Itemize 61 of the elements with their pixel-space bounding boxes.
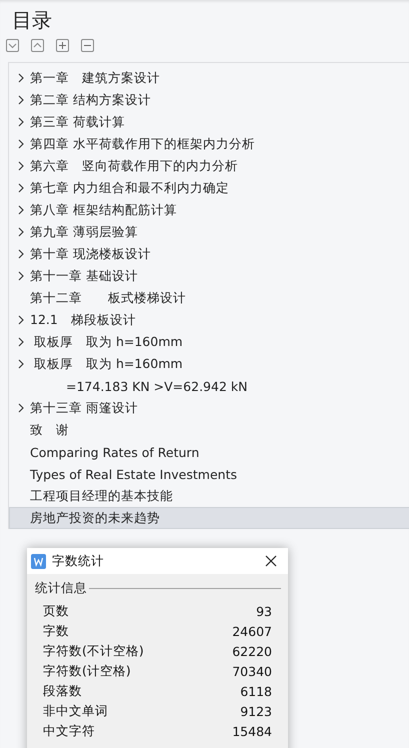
chevron-right-icon[interactable] bbox=[17, 337, 25, 347]
collapse-all-button[interactable] bbox=[6, 39, 19, 52]
chevron-right-icon[interactable] bbox=[17, 161, 25, 171]
stat-label: 字符数(计空格) bbox=[43, 662, 131, 680]
stat-value: 9123 bbox=[240, 704, 272, 718]
toc-item[interactable]: 第七章 内力组合和最不利内力确定 bbox=[9, 177, 409, 199]
toc-item[interactable]: 第一章 建筑方案设计 bbox=[9, 67, 409, 89]
chevron-right-icon[interactable] bbox=[17, 205, 25, 215]
stat-value: 6118 bbox=[240, 684, 272, 698]
toc-item[interactable]: 第三章 荷载计算 bbox=[9, 111, 409, 133]
toc-item[interactable]: 房地产投资的未来趋势 bbox=[9, 507, 409, 529]
toc-item[interactable]: 第十章 现浇楼板设计 bbox=[9, 243, 409, 265]
toc-item[interactable]: 第六章 竖向荷载作用下的内力分析 bbox=[9, 155, 409, 177]
chevron-up-icon bbox=[33, 41, 42, 50]
expand-all-button[interactable] bbox=[31, 39, 44, 52]
stat-label: 中文字符 bbox=[43, 722, 95, 740]
chevron-right-icon[interactable] bbox=[17, 271, 25, 281]
toc-item[interactable]: 12.1 梯段板设计 bbox=[9, 309, 409, 331]
chevron-down-icon bbox=[8, 41, 17, 50]
chevron-right-icon[interactable] bbox=[17, 249, 25, 259]
chevron-right-icon[interactable] bbox=[17, 183, 25, 193]
toc-item[interactable]: 第九章 薄弱层验算 bbox=[9, 221, 409, 243]
chevron-right-icon[interactable] bbox=[17, 95, 25, 105]
expand-button[interactable] bbox=[56, 39, 69, 52]
toc-item[interactable]: =174.183 KN >V=62.942 kN bbox=[9, 375, 409, 397]
toc-item[interactable]: Comparing Rates of Return bbox=[9, 441, 409, 463]
toc-item[interactable]: 第十一章 基础设计 bbox=[9, 265, 409, 287]
collapse-button[interactable] bbox=[81, 39, 94, 52]
toc-item[interactable]: 第四章 水平荷载作用下的框架内力分析 bbox=[9, 133, 409, 155]
chevron-right-icon[interactable] bbox=[17, 315, 25, 325]
stat-value: 15484 bbox=[232, 724, 272, 738]
toc-item[interactable]: 第十三章 雨篷设计 bbox=[9, 397, 409, 419]
stat-value: 24607 bbox=[232, 624, 272, 638]
toc-item[interactable]: 取板厚 取为 h=160mm bbox=[9, 353, 409, 375]
toc-item[interactable]: 第二章 结构方案设计 bbox=[9, 89, 409, 111]
app-logo-icon bbox=[31, 554, 46, 568]
stat-label: 段落数 bbox=[43, 682, 82, 700]
chevron-right-icon[interactable] bbox=[17, 227, 25, 237]
panel-title: 目录 bbox=[11, 7, 53, 34]
toc-item[interactable]: 取板厚 取为 h=160mm bbox=[9, 331, 409, 353]
stat-label: 页数 bbox=[43, 602, 69, 620]
chevron-right-icon[interactable] bbox=[17, 403, 25, 413]
dialog-title: 字数统计 bbox=[52, 552, 105, 570]
toc-item[interactable]: 工程项目经理的基本技能 bbox=[9, 485, 409, 507]
chevron-right-icon[interactable] bbox=[17, 117, 25, 127]
stat-value: 62220 bbox=[232, 644, 272, 658]
stat-label: 字符数(不计空格) bbox=[43, 642, 144, 660]
group-label: 统计信息 bbox=[35, 580, 87, 597]
close-button[interactable] bbox=[264, 554, 278, 568]
stat-value: 70340 bbox=[232, 664, 272, 678]
stat-label: 非中文单词 bbox=[43, 702, 108, 720]
toc-item[interactable]: 致 谢 bbox=[9, 419, 409, 441]
toc-item[interactable]: 第八章 框架结构配筋计算 bbox=[9, 199, 409, 221]
stat-label: 字数 bbox=[43, 622, 69, 640]
plus-icon bbox=[58, 41, 67, 50]
toc-item[interactable]: Types of Real Estate Investments bbox=[9, 463, 409, 485]
chevron-right-icon[interactable] bbox=[17, 73, 25, 83]
toc-item[interactable]: 第十二章 板式楼梯设计 bbox=[9, 287, 409, 309]
chevron-right-icon[interactable] bbox=[17, 139, 25, 149]
stat-value: 93 bbox=[256, 604, 272, 618]
chevron-right-icon[interactable] bbox=[17, 359, 25, 369]
